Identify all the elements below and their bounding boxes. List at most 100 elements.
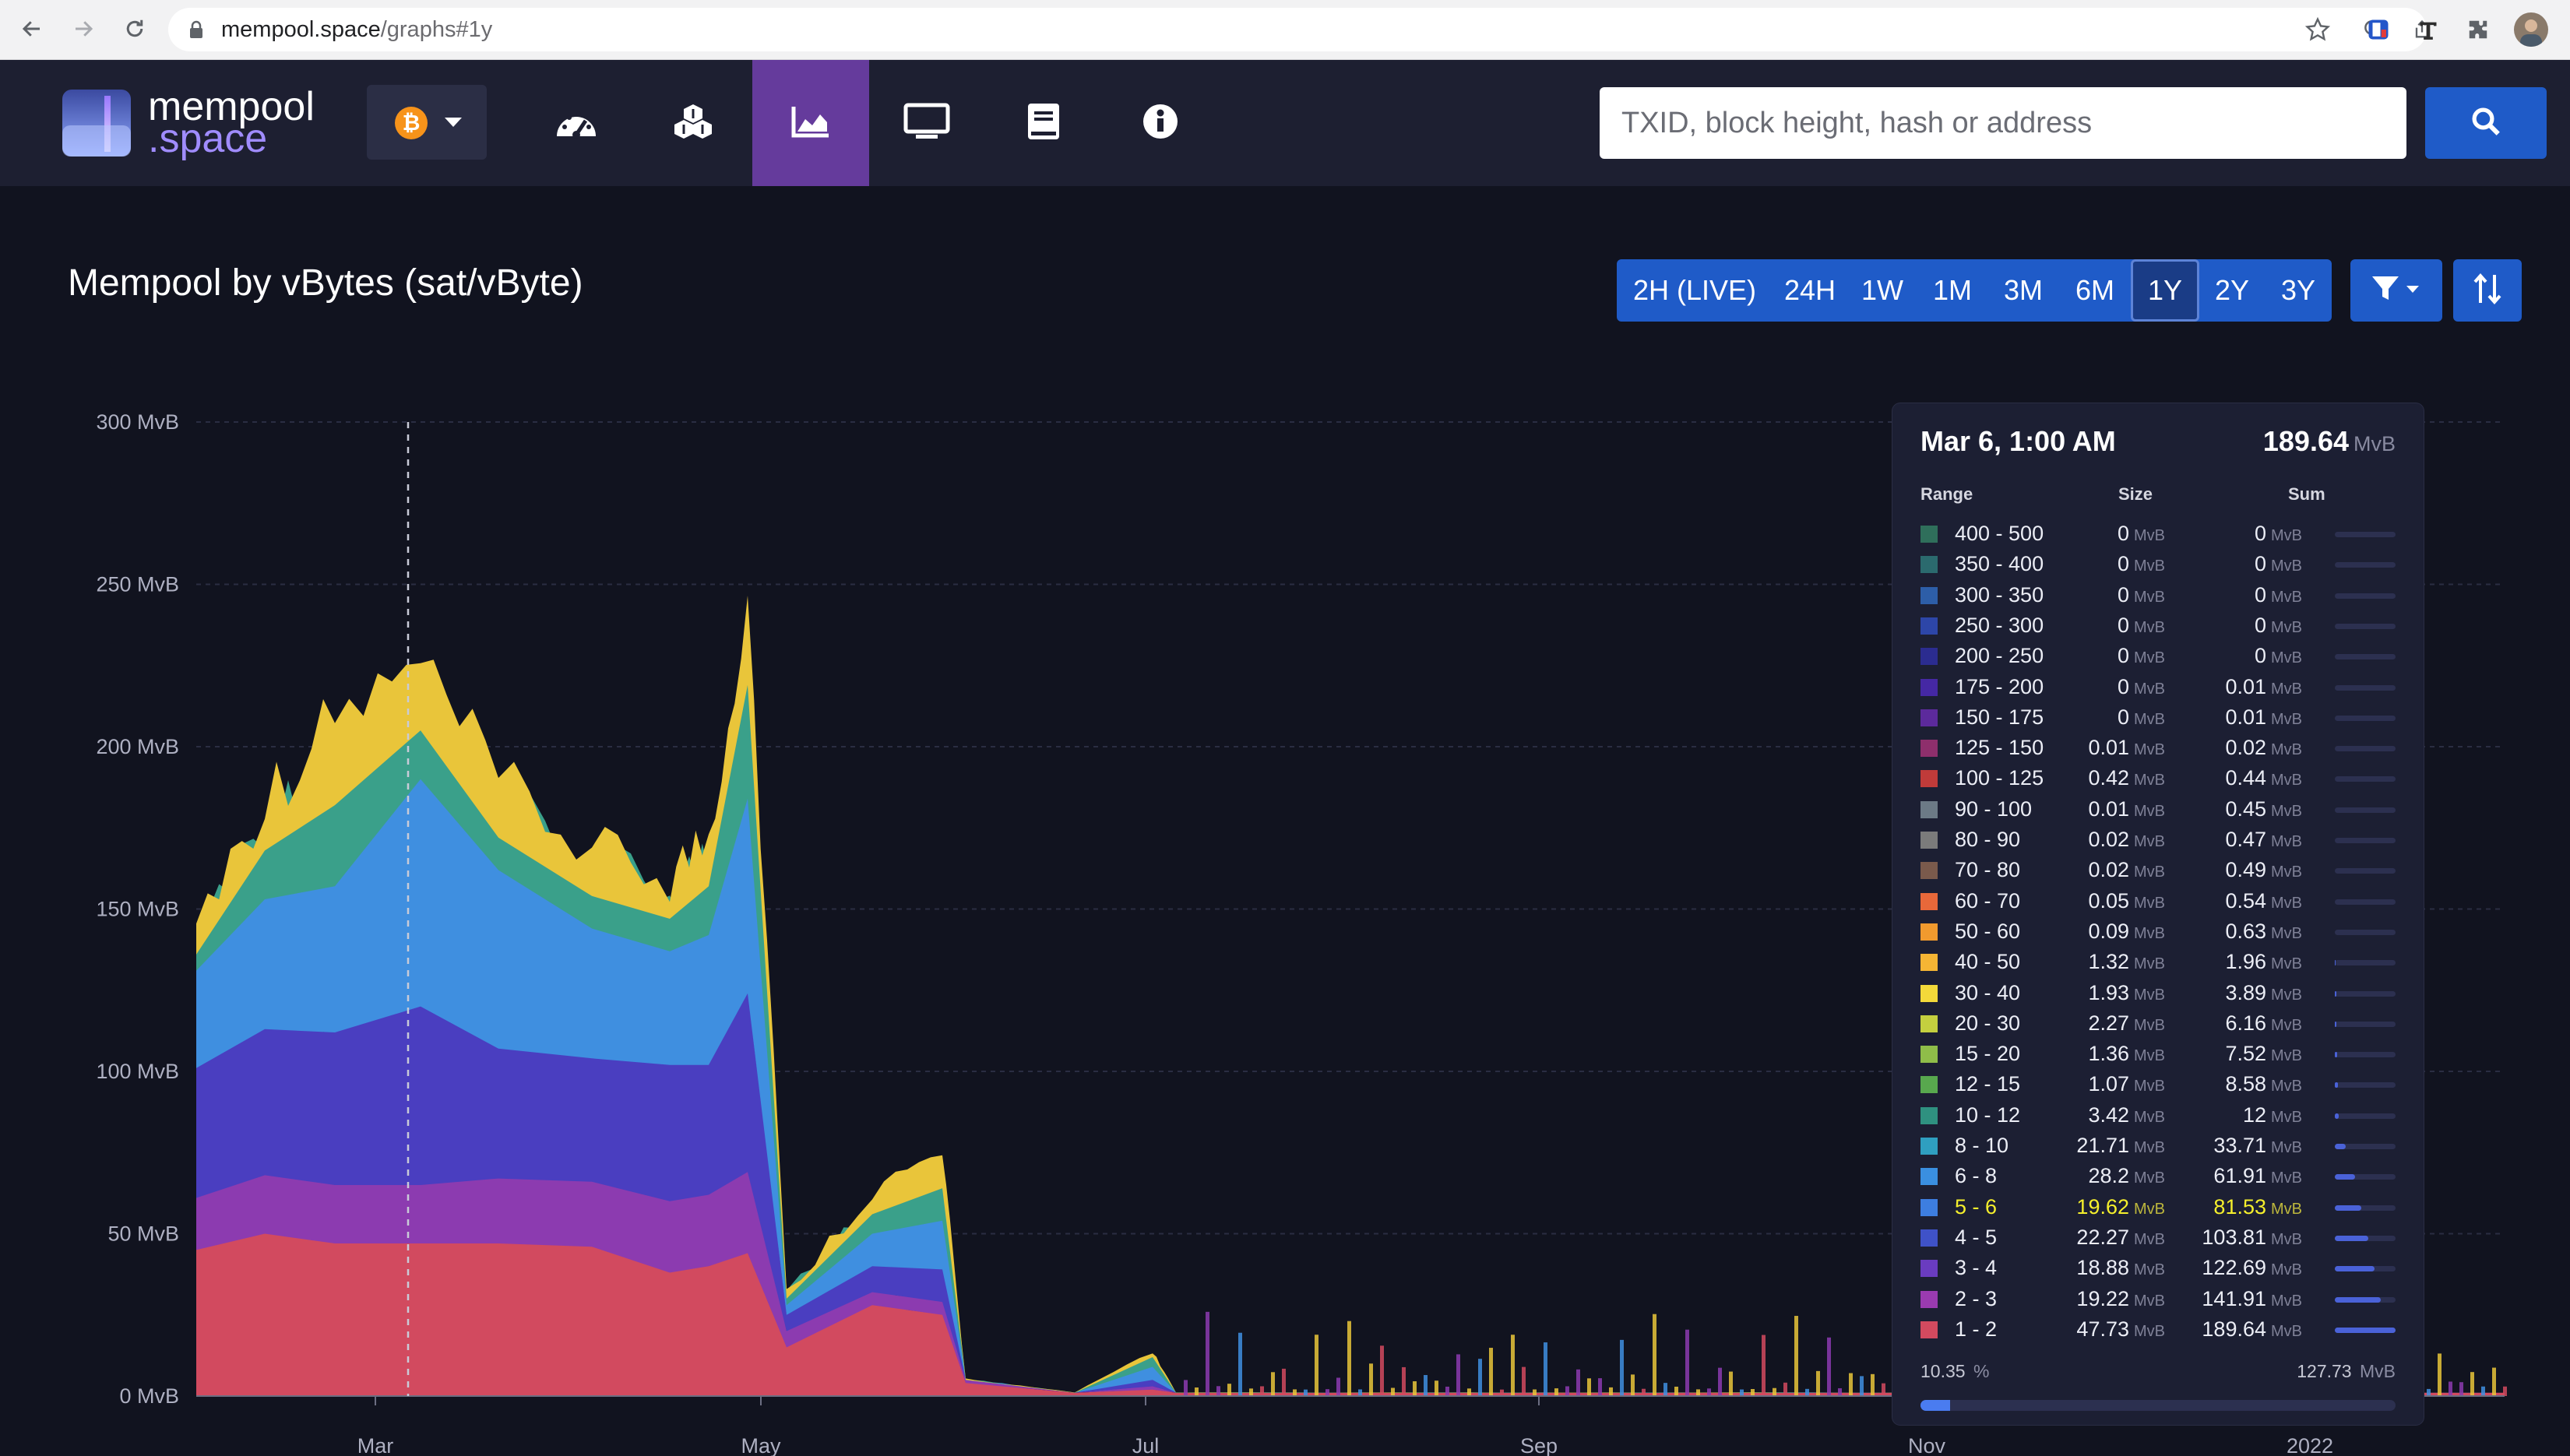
tooltip-size-value: 0.02 MvB (2088, 858, 2165, 882)
tooltip-swatch (1920, 1076, 1938, 1094)
tooltip-range-label: 350 - 400 (1955, 552, 2044, 576)
footer-percent-value: 10.35 (1920, 1361, 1966, 1381)
tooltip-sum-bar (2335, 929, 2396, 935)
nav-tv[interactable] (868, 60, 985, 186)
tooltip-size-value: 0.02 MvB (2088, 828, 2165, 851)
tooltip-sum-bar (2335, 1235, 2396, 1241)
bookmark-star-icon[interactable] (2302, 14, 2333, 45)
tooltip-range-label: 250 - 300 (1955, 613, 2044, 637)
tooltip-size-value: 2.27 MvB (2088, 1011, 2165, 1035)
range-1y-button[interactable]: 1Y (2131, 259, 2199, 322)
tooltip-sum-value: 0.01 MvB (2225, 674, 2302, 698)
tooltip-header-range: Range (1920, 484, 1973, 504)
tooltip-sum-value: 61.91 MvB (2213, 1164, 2302, 1188)
x-tick-label: 2022 (2287, 1434, 2333, 1456)
range-1m-button[interactable]: 1M (1917, 259, 1987, 322)
text-extension-icon[interactable] (2413, 14, 2444, 45)
tooltip-swatch (1920, 1168, 1938, 1186)
search-button[interactable] (2425, 87, 2547, 159)
tooltip-sum-value: 8.58 MvB (2225, 1072, 2302, 1096)
range-24h-button[interactable]: 24H (1773, 259, 1847, 322)
range-3m-button[interactable]: 3M (1987, 259, 2059, 322)
tooltip-row: 40 - 50 1.32 MvB 1.96 MvB (1920, 948, 2403, 978)
search-icon (2470, 105, 2502, 142)
invert-graph-button[interactable] (2453, 259, 2522, 322)
tooltip-swatch (1920, 1106, 1938, 1124)
mempool-logo-icon[interactable] (62, 90, 131, 157)
tooltip-header-size: Size (2118, 484, 2153, 504)
fee-spike-mark (1871, 1373, 1875, 1396)
tooltip-sum-value: 81.53 MvB (2213, 1194, 2302, 1219)
search-input[interactable] (1600, 87, 2406, 159)
extension-badge-icon[interactable] (2363, 14, 2394, 45)
tooltip-sum-value: 33.71 MvB (2213, 1134, 2302, 1157)
tooltip-size-value: 28.2 MvB (2088, 1164, 2165, 1188)
tooltip-range-label: 150 - 175 (1955, 705, 2044, 729)
tooltip-range-label: 4 - 5 (1955, 1225, 1998, 1249)
nav-docs[interactable] (985, 60, 1102, 186)
tooltip-size-value: 21.71 MvB (2076, 1134, 2165, 1157)
tooltip-swatch (1920, 740, 1938, 758)
tooltip-sum-value: 0 MvB (2254, 522, 2302, 545)
fee-spike-mark (1315, 1335, 1318, 1396)
fee-filter-button[interactable] (2350, 259, 2442, 322)
tooltip-range-label: 1 - 2 (1955, 1317, 1998, 1341)
tooltip-sum-bar (2335, 960, 2396, 966)
fee-spike-mark (1642, 1388, 1646, 1396)
tooltip-header-sum: Sum (2288, 484, 2325, 504)
back-arrow-icon[interactable] (14, 11, 50, 47)
tooltip-sum-value: 0 MvB (2254, 644, 2302, 668)
fee-spike-mark (1587, 1378, 1591, 1396)
fee-spike-mark (2481, 1386, 2485, 1396)
tooltip-total-value: 189.64 (2262, 425, 2349, 457)
tooltip-size-value: 1.32 MvB (2088, 950, 2165, 974)
range-1w-button[interactable]: 1W (1847, 259, 1917, 322)
fee-spike-mark (1347, 1321, 1351, 1396)
tooltip-row: 60 - 70 0.05 MvB 0.54 MvB (1920, 888, 2403, 917)
filter-funnel-icon (2369, 273, 2424, 308)
fee-spike-mark (1216, 1386, 1220, 1396)
nav-blocks[interactable] (635, 60, 752, 186)
tooltip-sum-value: 12 MvB (2242, 1103, 2302, 1127)
tooltip-swatch (1920, 892, 1938, 910)
fee-spike-mark (2470, 1372, 2474, 1396)
tv-monitor-icon (903, 103, 950, 144)
tooltip-range-label: 300 - 350 (1955, 582, 2044, 607)
nav-dashboard[interactable] (518, 60, 635, 186)
fee-spike-mark (1860, 1376, 1864, 1396)
tooltip-size-value: 1.36 MvB (2088, 1042, 2165, 1066)
tooltip-row: 200 - 250 0 MvB 0 MvB (1920, 642, 2403, 672)
fee-spike-mark (1227, 1384, 1231, 1396)
profile-avatar[interactable] (2514, 12, 2548, 47)
fee-spike-mark (1565, 1386, 1569, 1396)
range-2h-live-button[interactable]: 2H (LIVE) (1617, 259, 1773, 322)
fee-spike-mark (1882, 1383, 1885, 1396)
range-3y-button[interactable]: 3Y (2265, 259, 2332, 322)
tooltip-sum-bar (2335, 623, 2396, 629)
tooltip-size-value: 0 MvB (2117, 705, 2165, 729)
fee-spike-mark (1653, 1314, 1656, 1396)
nav-graphs[interactable] (752, 60, 869, 186)
tooltip-swatch (1920, 1321, 1938, 1338)
tooltip-row: 125 - 150 0.01 MvB 0.02 MvB (1920, 734, 2403, 764)
logo-word-space[interactable]: .space (148, 118, 267, 159)
range-2y-button[interactable]: 2Y (2199, 259, 2265, 322)
tooltip-range-label: 90 - 100 (1955, 797, 2033, 821)
tooltip-range-label: 15 - 20 (1955, 1042, 2021, 1066)
fee-spike-mark (1718, 1367, 1722, 1396)
tooltip-size-value: 0 MvB (2117, 552, 2165, 576)
fee-spike-mark (1293, 1389, 1297, 1396)
tooltip-range-label: 60 - 70 (1955, 888, 2021, 913)
network-selector[interactable]: ₿ (367, 85, 487, 160)
tooltip-sum-bar-fill (2335, 960, 2336, 966)
fee-spike-mark (2449, 1381, 2452, 1396)
tooltip-sum-bar (2335, 807, 2396, 813)
nav-about[interactable] (1102, 60, 1219, 186)
fee-spike-mark (1685, 1329, 1689, 1396)
range-6m-button[interactable]: 6M (2059, 259, 2131, 322)
fee-spike-mark (1445, 1386, 1449, 1396)
reload-icon[interactable] (117, 11, 153, 47)
extensions-puzzle-icon[interactable] (2463, 14, 2494, 45)
forward-arrow-icon[interactable] (65, 11, 101, 47)
address-bar[interactable]: mempool.space/graphs#1y (168, 8, 2429, 51)
